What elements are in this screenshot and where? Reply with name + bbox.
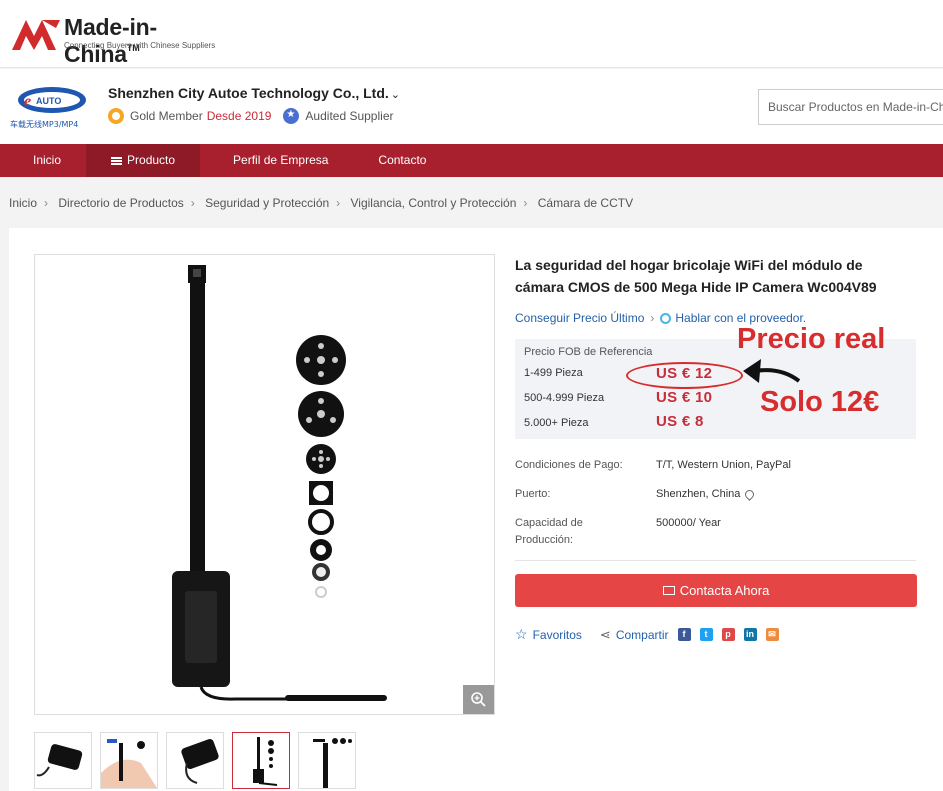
product-main-image[interactable] — [34, 254, 495, 715]
gold-member-label: Gold Member — [130, 109, 203, 123]
spec-value: T/T, Western Union, PayPal — [656, 459, 791, 471]
email-share-icon[interactable]: ✉ — [765, 628, 779, 641]
annotation-circle — [626, 362, 743, 389]
made-in-china-logo-icon — [12, 20, 60, 50]
chevron-down-icon[interactable]: ⌄ — [391, 89, 400, 101]
tier-qty: 1-499 Pieza — [524, 367, 583, 379]
divider — [515, 560, 916, 561]
nav-home[interactable]: Inicio — [0, 144, 86, 177]
spec-value: 500000/ Year — [656, 517, 721, 529]
annotation-real-price: Precio real — [737, 323, 886, 355]
nav-product[interactable]: Producto — [86, 144, 201, 177]
spec-value: Shenzhen, China — [656, 486, 757, 503]
breadcrumb-item[interactable]: Directorio de Productos — [58, 196, 183, 210]
spec-key: Capacidad de Producción: — [515, 517, 583, 546]
tier-qty: 5.000+ Pieza — [524, 417, 589, 429]
zoom-in-icon — [471, 692, 486, 707]
fob-label: Precio FOB de Referencia — [524, 346, 653, 358]
tier-price: US € 10 — [656, 389, 713, 406]
get-latest-price-link[interactable]: Conseguir Precio Último — [515, 311, 644, 325]
spec-key: Puerto: — [515, 488, 551, 500]
chevron-right-icon: › — [190, 196, 195, 210]
gold-member-icon — [108, 108, 124, 124]
zoom-button[interactable] — [463, 685, 494, 714]
chat-icon — [660, 312, 672, 324]
supplier-logo[interactable]: AUTO e 车载无线MP3/MP4 — [8, 83, 96, 131]
annotation-only-price: Solo 12€ — [760, 386, 880, 418]
svg-text:AUTO: AUTO — [36, 96, 61, 106]
breadcrumb-item[interactable]: Inicio — [9, 196, 37, 210]
tier-price: US € 8 — [656, 413, 704, 430]
breadcrumb-item[interactable]: Vigilancia, Control y Protección — [351, 196, 517, 210]
audited-supplier-icon — [283, 108, 300, 124]
breadcrumb-item[interactable]: Cámara de CCTV — [538, 196, 633, 210]
main-nav: Inicio Producto Perfil de Empresa Contac… — [0, 144, 943, 177]
pinterest-icon[interactable]: p — [721, 628, 735, 641]
svg-text:e: e — [24, 93, 31, 110]
svg-text:车载无线MP3/MP4: 车载无线MP3/MP4 — [10, 119, 78, 129]
top-header: Made-in-ChinaTM Connecting Buyers with C… — [0, 0, 943, 68]
thumbnail[interactable] — [166, 732, 224, 789]
audited-supplier-label: Audited Supplier — [305, 109, 394, 123]
thumbnail-selected[interactable] — [232, 732, 290, 789]
chevron-right-icon: › — [523, 196, 528, 210]
menu-icon — [111, 156, 123, 165]
brand-tagline: Connecting Buyers with Chinese Suppliers — [64, 41, 216, 50]
supplier-badges: Gold Member Desde 2019 Audited Supplier — [108, 108, 393, 124]
share-bar: ☆ Favoritos ⋖ Compartir f t p in ✉ — [515, 626, 779, 643]
location-pin-icon[interactable] — [743, 487, 757, 501]
share-link[interactable]: Compartir — [616, 628, 669, 642]
supplier-header: AUTO e 车载无线MP3/MP4 Shenzhen City Autoe T… — [0, 69, 943, 144]
nav-company-profile[interactable]: Perfil de Empresa — [200, 144, 353, 177]
supplier-name[interactable]: Shenzhen City Autoe Technology Co., Ltd.… — [108, 85, 400, 101]
nav-contact[interactable]: Contacto — [353, 144, 451, 177]
thumbnail[interactable] — [298, 732, 356, 789]
chevron-right-icon: › — [650, 311, 655, 325]
contact-now-button[interactable]: Contacta Ahora — [515, 574, 917, 607]
annotation-arrow-icon — [743, 359, 801, 383]
thumbnail[interactable] — [100, 732, 158, 789]
share-icon: ⋖ — [599, 626, 611, 642]
site-logo[interactable]: Made-in-ChinaTM Connecting Buyers with C… — [12, 14, 222, 67]
search-input[interactable]: Buscar Productos en Made-in-China — [758, 89, 943, 125]
product-title: La seguridad del hogar bricolaje WiFi de… — [515, 257, 877, 295]
mail-icon — [662, 586, 675, 596]
chevron-right-icon: › — [44, 196, 49, 210]
chevron-right-icon: › — [336, 196, 341, 210]
camera-module-image — [172, 265, 387, 701]
favorites-link[interactable]: Favoritos — [533, 628, 582, 642]
twitter-icon[interactable]: t — [699, 628, 713, 641]
thumbnail-strip — [34, 732, 356, 789]
breadcrumb: Inicio › Directorio de Productos › Segurid… — [9, 196, 633, 210]
star-icon[interactable]: ☆ — [515, 626, 528, 643]
facebook-icon[interactable]: f — [677, 628, 691, 641]
tier-qty: 500-4.999 Pieza — [524, 392, 605, 404]
thumbnail[interactable] — [34, 732, 92, 789]
spec-key: Condiciones de Pago: — [515, 459, 623, 471]
linkedin-icon[interactable]: in — [743, 628, 757, 641]
breadcrumb-item[interactable]: Seguridad y Protección — [205, 196, 329, 210]
member-since: Desde 2019 — [206, 109, 272, 123]
